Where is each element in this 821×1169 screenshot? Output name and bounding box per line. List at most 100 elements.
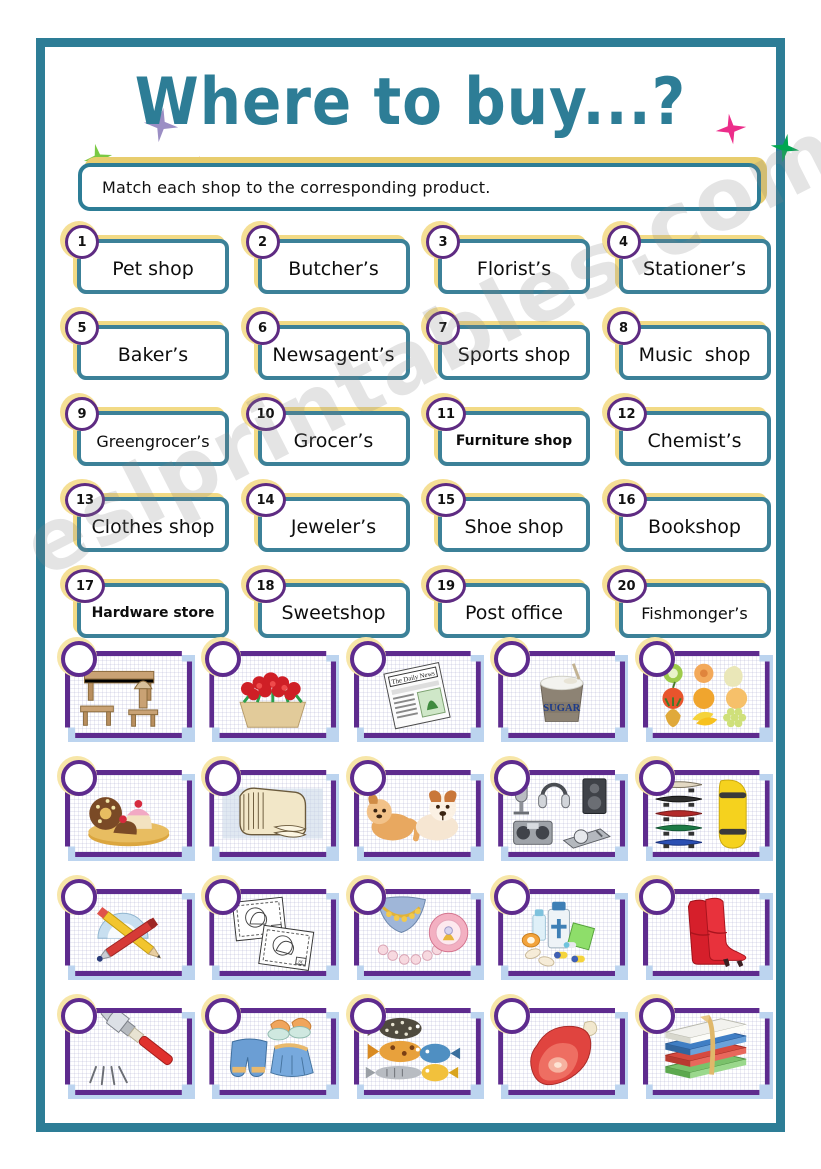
answer-circle[interactable] [349, 998, 386, 1034]
shop-item-16[interactable]: Bookshop 16 [601, 479, 782, 567]
answer-circle[interactable] [349, 641, 386, 677]
shop-number: 17 [75, 578, 95, 594]
shop-number-badge: 12 [606, 397, 647, 431]
answer-circle[interactable] [61, 760, 97, 796]
shop-item-1[interactable]: Pet shop 1 [59, 221, 240, 309]
shop-item-12[interactable]: Chemist’s 12 [601, 393, 782, 481]
answer-circle[interactable] [638, 998, 675, 1034]
answer-circle[interactable] [494, 879, 531, 915]
shop-number-badge: 8 [606, 311, 641, 345]
shop-item-11[interactable]: Furniture shop 11 [420, 393, 601, 481]
picture-card-16[interactable] [57, 994, 203, 1115]
shop-number: 5 [77, 320, 87, 336]
answer-circle[interactable] [349, 879, 386, 915]
answer-circle[interactable] [494, 998, 531, 1034]
picture-card-grid: The Daily News SUGAR 8€ [57, 637, 781, 1115]
instruction-box: Match each shop to the corresponding pro… [78, 163, 761, 211]
shop-number: 18 [256, 578, 275, 594]
answer-circle[interactable] [349, 760, 386, 796]
answer-circle[interactable] [494, 641, 531, 677]
shop-name-label: Shoe shop [464, 516, 564, 538]
shop-item-13[interactable]: Clothes shop 13 [59, 479, 240, 567]
shop-number-badge: 1 [65, 225, 99, 259]
shop-number-badge: 18 [245, 569, 286, 603]
shop-item-8[interactable]: Music shop 8 [601, 307, 782, 395]
shop-item-2[interactable]: Butcher’s 2 [240, 221, 421, 309]
picture-card-5[interactable] [634, 637, 781, 758]
shop-name-box[interactable]: Music shop [618, 325, 771, 380]
shop-number-badge: 6 [245, 311, 280, 345]
shop-number: 8 [618, 320, 629, 336]
picture-card-2[interactable] [201, 637, 347, 758]
picture-card-3[interactable]: The Daily News [345, 637, 492, 758]
picture-card-9[interactable] [490, 756, 636, 877]
shop-row: Clothes shop 13 Jeweler’s 14 Shoe shop 15 Book… [59, 479, 782, 567]
shop-item-14[interactable]: Jeweler’s 14 [240, 479, 421, 567]
picture-card-10[interactable] [634, 756, 781, 877]
shop-item-5[interactable]: Baker’s 5 [59, 307, 240, 395]
picture-card-14[interactable] [490, 875, 636, 996]
shop-name-box[interactable]: Pet shop [77, 239, 229, 294]
shop-number-badge: 2 [245, 225, 280, 259]
shop-item-7[interactable]: Sports shop 7 [420, 307, 601, 395]
worksheet-frame: Where to buy...? Match each shop to the … [36, 38, 800, 1132]
picture-card-8[interactable] [345, 756, 492, 877]
picture-card-13[interactable] [345, 875, 492, 996]
shop-name-label: Baker’s [117, 344, 189, 366]
picture-card-15[interactable] [634, 875, 781, 996]
shop-number-badge: 9 [65, 397, 99, 431]
shop-item-3[interactable]: Florist’s 3 [420, 221, 601, 309]
picture-card-12[interactable]: 8€ 8€ [201, 875, 347, 996]
shop-number: 14 [256, 492, 275, 508]
shop-name-label: Pet shop [112, 258, 194, 280]
shop-list: Pet shop 1 Butcher’s 2 Florist’s 3 Stationer’s… [59, 221, 782, 653]
shop-name-box[interactable]: Greengrocer’s [77, 411, 229, 466]
shop-name-label: Stationer’s [643, 258, 746, 280]
answer-circle[interactable] [61, 879, 97, 915]
picture-card-6[interactable] [57, 756, 203, 877]
shop-number-badge: 16 [606, 483, 647, 517]
shop-name-box[interactable]: Butcher’s [257, 239, 410, 294]
shop-name-label: Greengrocer’s [96, 431, 210, 451]
answer-circle[interactable] [638, 760, 675, 796]
answer-circle[interactable] [61, 998, 97, 1034]
picture-card-7[interactable] [201, 756, 347, 877]
shop-name-box[interactable]: Newsagent’s [257, 325, 410, 380]
shop-item-9[interactable]: Greengrocer’s 9 [59, 393, 240, 481]
shop-name-label: Post office [465, 602, 563, 624]
answer-circle[interactable] [61, 641, 97, 677]
shop-item-4[interactable]: Stationer’s 4 [601, 221, 782, 309]
answer-circle[interactable] [494, 760, 531, 796]
shop-number-badge: 11 [426, 397, 466, 431]
shop-name-label: Bookshop [648, 516, 741, 538]
picture-card-18[interactable] [345, 994, 492, 1115]
picture-card-4[interactable]: SUGAR [490, 637, 636, 758]
shop-row: Pet shop 1 Butcher’s 2 Florist’s 3 Stationer’s… [59, 221, 782, 309]
picture-card-11[interactable] [57, 875, 203, 996]
shop-name-box[interactable]: Sports shop [438, 325, 590, 380]
star-green-right-icon [768, 131, 803, 166]
shop-number-badge: 4 [606, 225, 641, 259]
shop-name-box[interactable]: Florist’s [438, 239, 590, 294]
shop-name-label: Sports shop [457, 344, 571, 366]
shop-number: 20 [617, 578, 636, 594]
shop-name-box[interactable]: Baker’s [77, 325, 229, 380]
picture-card-row [57, 994, 781, 1115]
shop-item-15[interactable]: Shoe shop 15 [420, 479, 601, 567]
shop-name-box[interactable]: Stationer’s [618, 239, 771, 294]
shop-number-badge: 17 [65, 569, 105, 603]
answer-circle[interactable] [638, 641, 675, 677]
shop-number: 7 [438, 320, 448, 336]
shop-name-label: Jeweler’s [290, 516, 377, 538]
shop-number-badge: 20 [606, 569, 647, 603]
shop-item-10[interactable]: Grocer’s 10 [240, 393, 421, 481]
picture-card-20[interactable] [634, 994, 781, 1115]
answer-circle[interactable] [638, 879, 675, 915]
shop-name-label: Fishmonger’s [641, 603, 748, 623]
picture-card-17[interactable] [201, 994, 347, 1115]
picture-card-19[interactable] [490, 994, 636, 1115]
shop-item-6[interactable]: Newsagent’s 6 [240, 307, 421, 395]
shop-number-badge: 10 [245, 397, 286, 431]
shop-row: Baker’s 5 Newsagent’s 6 Sports shop 7 Music sh… [59, 307, 782, 395]
picture-card-1[interactable] [57, 637, 203, 758]
